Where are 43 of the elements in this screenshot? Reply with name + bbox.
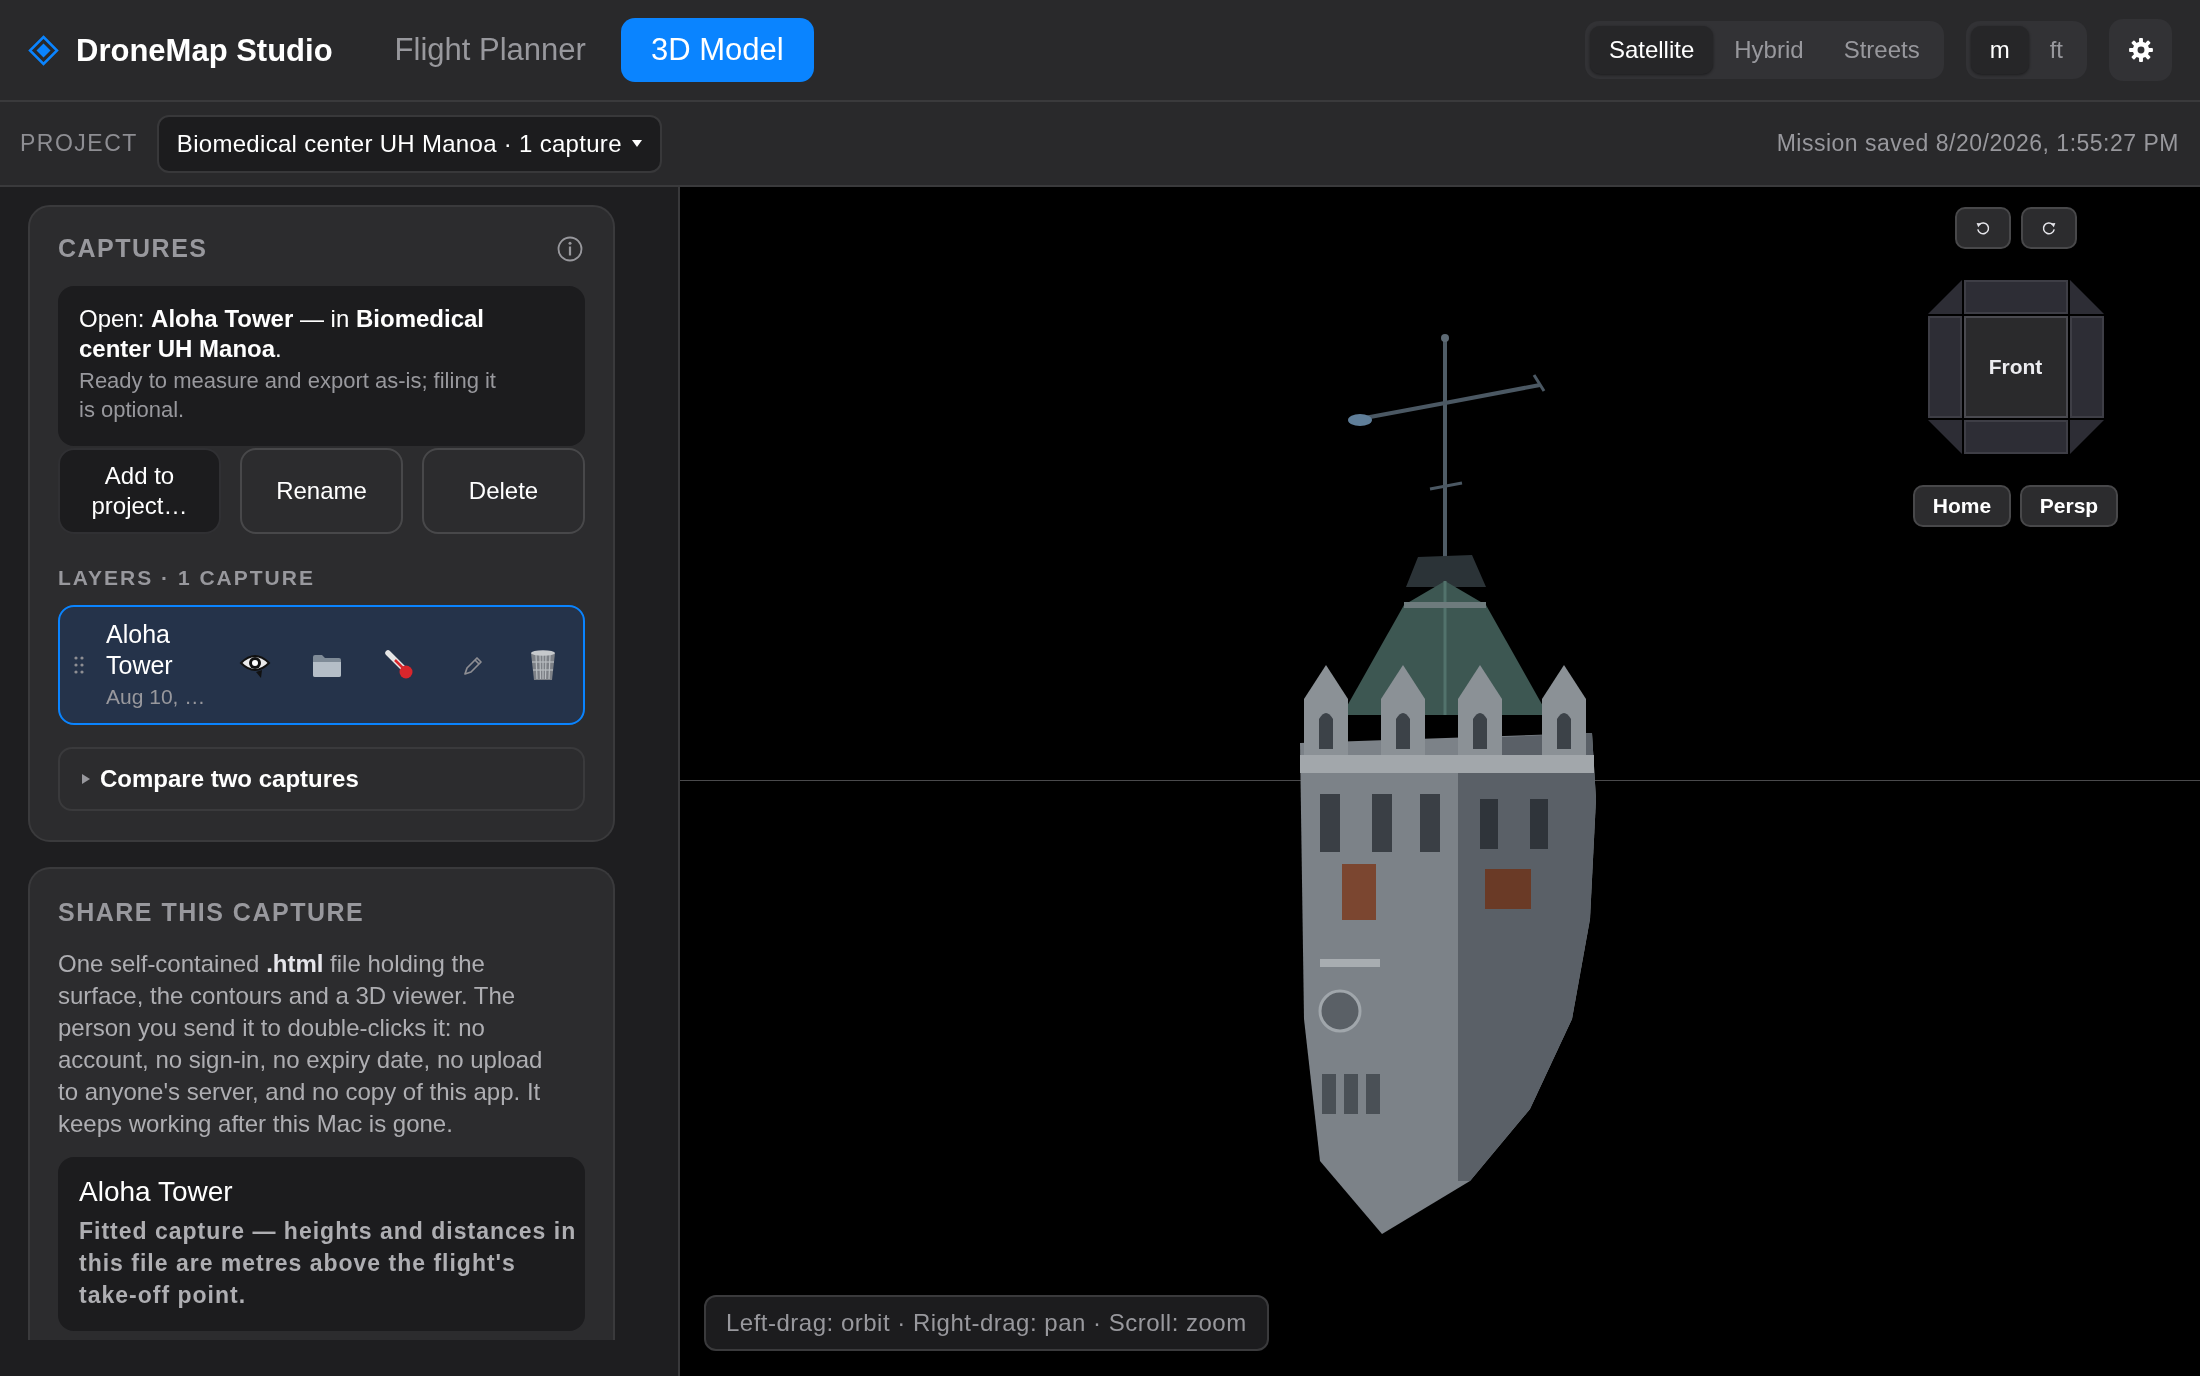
rotate-right-button[interactable] [2020, 207, 2077, 249]
compare-captures-toggle[interactable]: Compare two captures [58, 747, 585, 811]
controls-hint: Left-drag: orbit · Right-drag: pan · Scroll: zoom [704, 1295, 1269, 1351]
project-label: PROJECT [20, 129, 138, 159]
panel-title: SHARE THIS CAPTURE [58, 897, 366, 928]
capture-action-button[interactable]: Add to project… [58, 448, 221, 534]
layer-date: Aug 10, … [106, 684, 207, 710]
thermometer-icon[interactable] [383, 649, 415, 681]
layer-row[interactable]: Aloha Tower Aug 10, … [58, 605, 585, 725]
caret-icon [631, 140, 642, 147]
notice-headline: Open: Aloha Tower — in Biomedical center UH Manoa. [79, 304, 485, 364]
basemap-option[interactable]: Satellite [1589, 26, 1714, 74]
settings-button[interactable] [2109, 19, 2172, 81]
view-button[interactable]: Persp [2020, 485, 2118, 527]
rotate-right-icon [2040, 220, 2057, 236]
layer-name: Aloha Tower [106, 619, 174, 681]
3d-viewport[interactable]: Front Home Persp Left-drag: orbit · Right-drag: pan · Scroll: zoom [680, 187, 2200, 1376]
nav-tab[interactable]: Flight Planner [364, 18, 616, 82]
save-status: Mission saved 8/20/2026, 1:55:27 PM [1776, 129, 2179, 159]
drag-handle-icon[interactable] [74, 656, 84, 674]
rotate-left-icon [1974, 220, 1991, 236]
nav-tab[interactable]: 3D Model [620, 18, 814, 82]
capture-action-button[interactable]: Delete [422, 448, 585, 534]
logo-icon [28, 34, 59, 66]
folder-icon[interactable] [311, 652, 343, 678]
view-cube-front-face[interactable]: Front [1963, 316, 2068, 418]
basemap-option[interactable]: Streets [1824, 26, 1939, 74]
rotate-left-button[interactable] [1954, 207, 2011, 249]
capture-action-button[interactable]: Rename [240, 448, 403, 534]
project-dropdown[interactable]: Biomedical center UH Manoa · 1 capture [156, 114, 662, 173]
unit-option[interactable]: m [1970, 26, 2029, 74]
capture-card-description: Fitted capture — heights and distances in this file are metres above the flight's take-off point. [79, 1217, 578, 1310]
layers-heading: LAYERS · 1 CAPTURE [58, 565, 316, 591]
app-title: DroneMap Studio [76, 34, 333, 66]
notice-detail: Ready to measure and export as-is; filing it is optional. [79, 367, 497, 424]
view-button[interactable]: Home [1913, 485, 2011, 527]
share-description: One self-contained .html file holding the surface, the contours and a 3D viewer. The person you send it to double-clicks it: no account, no sign-in, no expiry date, no upload to anyone's server, and no copy of this app. It keeps working after this Mac is gone. [58, 949, 544, 1139]
info-icon[interactable] [557, 236, 583, 262]
settings-icon[interactable] [2127, 37, 2154, 63]
basemap-option[interactable]: Hybrid [1715, 26, 1823, 74]
unit-option[interactable]: ft [2030, 26, 2082, 74]
panel-title: CAPTURES [58, 233, 208, 265]
capture-card-title: Aloha Tower [79, 1175, 234, 1209]
